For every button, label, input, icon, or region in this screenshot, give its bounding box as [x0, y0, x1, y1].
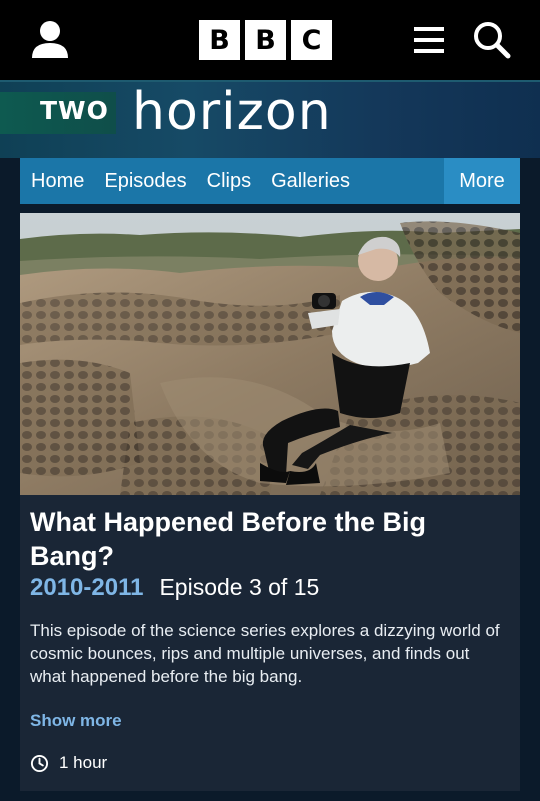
series-link[interactable]: 2010-2011 — [30, 574, 143, 602]
search-button[interactable] — [468, 16, 516, 64]
hamburger-icon — [414, 27, 444, 53]
programme-title[interactable]: horizon — [132, 82, 332, 142]
programme-nav: Home Episodes Clips Galleries More — [20, 158, 520, 204]
episode-title: What Happened Before the Big Bang? — [30, 507, 427, 571]
show-more-button[interactable]: Show more — [30, 711, 122, 731]
logo-letter-b1: B — [199, 20, 240, 60]
user-icon — [32, 21, 68, 58]
clock-icon — [30, 754, 49, 772]
episode-duration: 1 hour — [30, 753, 107, 773]
episode-number: Episode 3 of 15 — [159, 574, 320, 600]
episode-description: This episode of the science series explo… — [30, 621, 500, 686]
nav-more-button[interactable]: More — [444, 158, 520, 204]
episode-image — [20, 213, 520, 495]
nav-episodes[interactable]: Episodes — [94, 158, 196, 204]
account-button[interactable] — [28, 18, 72, 62]
search-icon — [474, 22, 511, 59]
logo-letter-c: C — [291, 20, 332, 60]
menu-button[interactable] — [412, 20, 450, 60]
logo-letter-b2: B — [245, 20, 286, 60]
nav-home[interactable]: Home — [20, 158, 94, 204]
duration-label: 1 hour — [59, 753, 108, 772]
nav-clips[interactable]: Clips — [197, 158, 261, 204]
episode-meta: 2010-2011 Episode 3 of 15 — [30, 574, 319, 602]
channel-name: TWO — [40, 96, 109, 125]
top-bar: B B C — [0, 0, 540, 80]
episode-card: What Happened Before the Big Bang? 2010-… — [20, 213, 520, 791]
bbc-logo[interactable]: B B C — [199, 20, 332, 60]
nav-galleries[interactable]: Galleries — [261, 158, 360, 204]
